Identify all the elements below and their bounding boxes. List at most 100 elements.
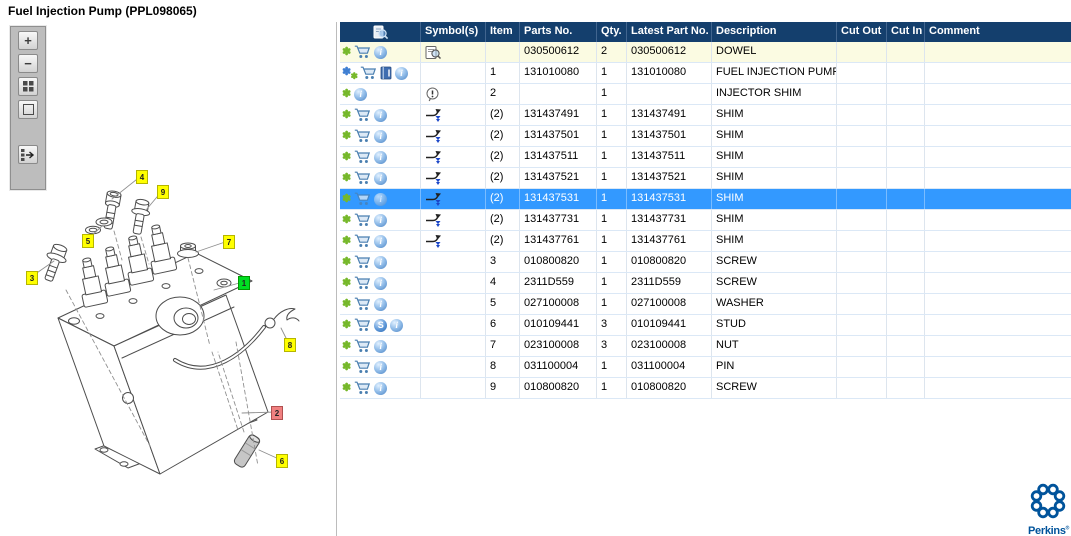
- cart-icon[interactable]: [354, 45, 371, 59]
- table-row[interactable]: ✽ i (2) 131437531 1 131437531 SHIM: [340, 189, 1071, 210]
- gear-icon[interactable]: ✽: [342, 319, 351, 331]
- gear-icon[interactable]: ✽: [342, 235, 351, 247]
- gear-icon[interactable]: ✽: [342, 214, 351, 226]
- cart-icon[interactable]: [354, 339, 371, 353]
- table-row[interactable]: ✽ i 030500612 2 030500612 DOWEL: [340, 42, 1071, 63]
- gear-icon[interactable]: ✽: [342, 256, 351, 268]
- cell-symbol: [421, 105, 486, 125]
- gear-icon[interactable]: ✽: [342, 277, 351, 289]
- callout-7[interactable]: 7: [223, 235, 235, 249]
- cell-cut-out: [837, 42, 887, 62]
- info-icon[interactable]: i: [374, 129, 388, 143]
- cart-icon[interactable]: [354, 297, 371, 311]
- info-icon[interactable]: i: [374, 339, 388, 353]
- col-header-label: Item: [490, 25, 513, 37]
- gear-icon[interactable]: ✽: [342, 109, 351, 121]
- gear-icon[interactable]: ✽: [342, 46, 351, 58]
- info-icon[interactable]: i: [374, 150, 388, 164]
- cart-icon[interactable]: [354, 192, 371, 206]
- info-icon[interactable]: i: [374, 108, 388, 122]
- gear-icon[interactable]: ✽: [342, 88, 351, 100]
- gear-icon[interactable]: ✽: [342, 193, 351, 205]
- cell-item: (2): [486, 147, 520, 167]
- cell-comment: [925, 126, 1071, 146]
- info-icon[interactable]: i: [390, 318, 404, 332]
- callout-3[interactable]: 3: [26, 271, 38, 285]
- callout-6[interactable]: 6: [276, 454, 288, 468]
- table-row[interactable]: ✽ i 5 027100008 1 027100008 WASHER: [340, 294, 1071, 315]
- gear-icon[interactable]: ✽: [342, 151, 351, 163]
- table-row[interactable]: ✽ Si 6 010109441 3 010109441 STUD: [340, 315, 1071, 336]
- fit-view-button[interactable]: [18, 100, 38, 119]
- table-row[interactable]: ✽ i 2 1 INJECTOR SHIM: [340, 84, 1071, 105]
- table-row[interactable]: ✽ i 4 2311D559 1 2311D559 SCREW: [340, 273, 1071, 294]
- supersession-icon[interactable]: S: [374, 318, 388, 332]
- gear-icon[interactable]: ✽: [342, 130, 351, 142]
- cart-icon[interactable]: [354, 381, 371, 395]
- cell-parts-no: 010109441: [520, 315, 597, 335]
- tile-view-button[interactable]: [18, 77, 38, 96]
- zoom-out-button[interactable]: −: [18, 54, 38, 73]
- table-row[interactable]: ✽ i (2) 131437761 1 131437761 SHIM: [340, 231, 1071, 252]
- alternative-part-icon: [426, 108, 441, 122]
- cart-icon[interactable]: [354, 234, 371, 248]
- cell-qty: 3: [597, 315, 627, 335]
- book-icon[interactable]: [380, 66, 392, 80]
- info-icon[interactable]: i: [374, 171, 388, 185]
- callout-2[interactable]: 2: [271, 406, 283, 420]
- table-row[interactable]: ✽ i (2) 131437511 1 131437511 SHIM: [340, 147, 1071, 168]
- perkins-logo: Perkins®: [1028, 483, 1069, 536]
- cell-item: 3: [486, 252, 520, 272]
- info-icon[interactable]: i: [395, 66, 408, 80]
- callout-8[interactable]: 8: [284, 338, 296, 352]
- callout-5[interactable]: 5: [82, 234, 94, 248]
- cart-icon[interactable]: [354, 150, 371, 164]
- callout-9[interactable]: 9: [157, 185, 169, 199]
- zoom-in-button[interactable]: +: [18, 31, 38, 50]
- cart-icon[interactable]: [354, 213, 371, 227]
- info-icon[interactable]: i: [374, 297, 388, 311]
- callout-4[interactable]: 4: [136, 170, 148, 184]
- info-icon[interactable]: i: [374, 45, 388, 59]
- gear-icon[interactable]: ✽: [342, 340, 351, 352]
- info-icon[interactable]: i: [374, 255, 388, 269]
- table-row[interactable]: ✽ i 8 031100004 1 031100004 PIN: [340, 357, 1071, 378]
- cart-icon[interactable]: [354, 255, 371, 269]
- cell-symbol: [421, 147, 486, 167]
- info-icon[interactable]: i: [374, 192, 388, 206]
- toggle-panel-button[interactable]: [18, 145, 38, 164]
- cell-cut-out: [837, 378, 887, 398]
- table-row[interactable]: ✽ i (2) 131437491 1 131437491 SHIM: [340, 105, 1071, 126]
- table-row[interactable]: ✽ i 9 010800820 1 010800820 SCREW: [340, 378, 1071, 399]
- cart-icon[interactable]: [354, 318, 371, 332]
- cart-icon[interactable]: [354, 129, 371, 143]
- table-row[interactable]: ✽ i (2) 131437731 1 131437731 SHIM: [340, 210, 1071, 231]
- table-row[interactable]: ✽ i 7 023100008 3 023100008 NUT: [340, 336, 1071, 357]
- info-icon[interactable]: i: [374, 234, 388, 248]
- info-icon[interactable]: i: [374, 213, 388, 227]
- gear-double-icon[interactable]: ✽ ✽: [342, 66, 358, 81]
- cell-cut-in: [887, 105, 925, 125]
- callout-1[interactable]: 1: [238, 276, 250, 290]
- info-icon[interactable]: i: [374, 276, 388, 290]
- info-icon[interactable]: i: [354, 87, 368, 101]
- gear-icon[interactable]: ✽: [342, 361, 351, 373]
- gear-icon[interactable]: ✽: [342, 382, 351, 394]
- cart-icon[interactable]: [354, 360, 371, 374]
- table-row[interactable]: ✽ i (2) 131437521 1 131437521 SHIM: [340, 168, 1071, 189]
- cart-icon[interactable]: [354, 276, 371, 290]
- cell-symbol: [421, 189, 486, 209]
- cart-icon[interactable]: [354, 171, 371, 185]
- cell-cut-out: [837, 252, 887, 272]
- table-row[interactable]: ✽ i 3 010800820 1 010800820 SCREW: [340, 252, 1071, 273]
- gear-icon[interactable]: ✽: [342, 172, 351, 184]
- cart-icon[interactable]: [354, 108, 371, 122]
- info-icon[interactable]: i: [374, 360, 388, 374]
- cell-comment: [925, 294, 1071, 314]
- info-icon[interactable]: i: [374, 381, 388, 395]
- cart-icon[interactable]: [360, 66, 377, 80]
- diagram-toolbar: + −: [10, 26, 46, 190]
- gear-icon[interactable]: ✽: [342, 298, 351, 310]
- table-row[interactable]: ✽ ✽ i 1 131010080 1 131010080 FUEL INJECTION PU…: [340, 63, 1071, 84]
- table-row[interactable]: ✽ i (2) 131437501 1 131437501 SHIM: [340, 126, 1071, 147]
